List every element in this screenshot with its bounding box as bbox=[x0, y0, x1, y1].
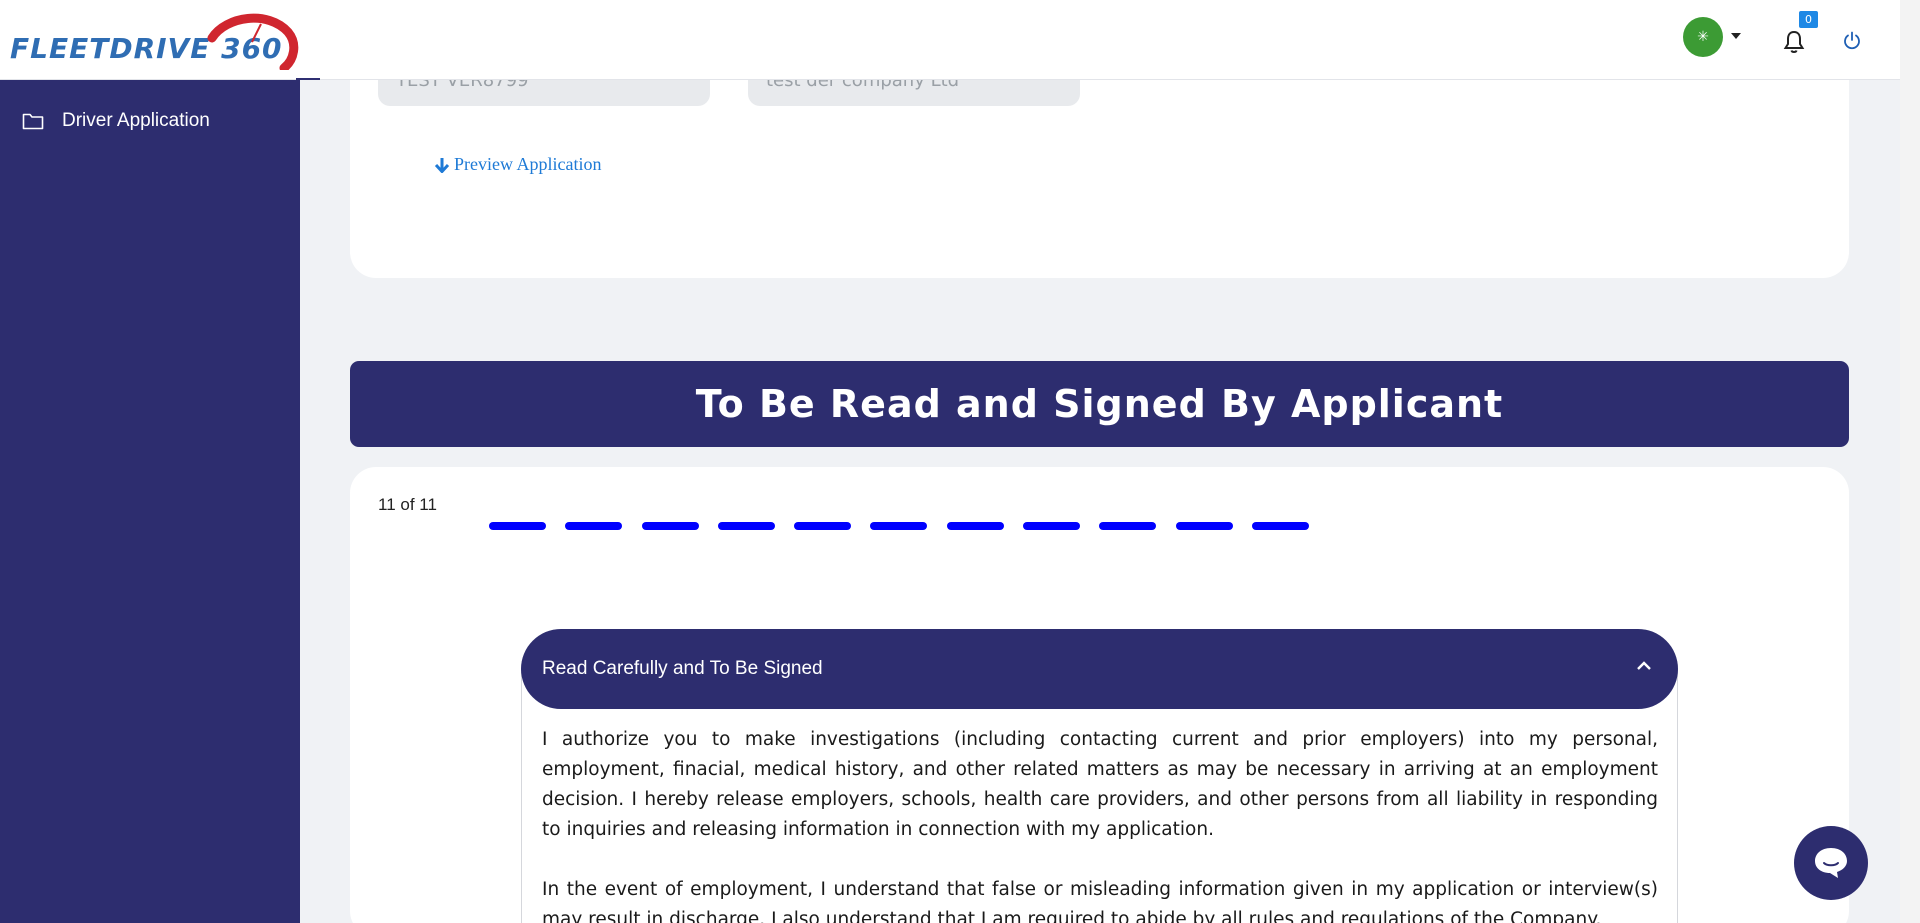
progress-step-segment bbox=[1023, 522, 1081, 530]
progress-step-segment bbox=[794, 522, 852, 530]
accordion-body: I authorize you to make investigations (… bbox=[542, 725, 1658, 923]
notification-count-badge: 0 bbox=[1799, 11, 1818, 28]
folder-icon bbox=[22, 113, 44, 130]
user-avatar[interactable]: ✳ bbox=[1683, 17, 1723, 57]
signature-step-card: 11 of 11 Read Carefully and To Be Signed… bbox=[350, 467, 1849, 923]
step-counter: 11 of 11 bbox=[378, 495, 437, 514]
preview-application-link[interactable]: Preview Application bbox=[434, 154, 601, 175]
consent-paragraph-2: In the event of employment, I understand… bbox=[542, 879, 1658, 923]
sidebar-item-driver-application[interactable]: Driver Application bbox=[22, 106, 210, 136]
progress-step-segment bbox=[717, 522, 775, 530]
header-divider bbox=[296, 78, 320, 80]
speedometer-arc-icon bbox=[207, 13, 299, 70]
progress-step-segment bbox=[870, 522, 928, 530]
section-banner: To Be Read and Signed By Applicant bbox=[350, 361, 1849, 447]
progress-step-segment bbox=[1099, 522, 1157, 530]
arrow-down-icon bbox=[434, 157, 450, 173]
progress-step-segment bbox=[641, 522, 699, 530]
chat-launcher-button[interactable] bbox=[1794, 826, 1868, 900]
progress-step-segment bbox=[565, 522, 623, 530]
progress-step-segment bbox=[1175, 522, 1233, 530]
chevron-up-icon[interactable] bbox=[1636, 659, 1652, 671]
accordion-header[interactable]: Read Carefully and To Be Signed bbox=[521, 629, 1678, 709]
progress-step-segment bbox=[946, 522, 1004, 530]
section-title: To Be Read and Signed By Applicant bbox=[695, 382, 1504, 426]
power-logout-icon[interactable] bbox=[1842, 31, 1862, 51]
page-scrollbar[interactable] bbox=[1900, 0, 1920, 923]
top-header: FLEETDRIVE 360 ✳ 0 bbox=[0, 0, 1900, 80]
user-menu-caret-icon[interactable] bbox=[1731, 33, 1741, 39]
avatar-glyph: ✳ bbox=[1697, 29, 1709, 45]
consent-paragraph-1: I authorize you to make investigations (… bbox=[542, 729, 1658, 840]
read-carefully-accordion: Read Carefully and To Be Signed I author… bbox=[521, 629, 1678, 923]
progress-step-segment bbox=[489, 522, 546, 530]
progress-step-segment bbox=[1251, 522, 1309, 530]
bell-icon[interactable] bbox=[1783, 30, 1805, 54]
sidebar-item-label: Driver Application bbox=[62, 110, 210, 131]
fleetdrive-logo[interactable]: FLEETDRIVE 360 bbox=[10, 12, 299, 72]
sidebar: Driver Application bbox=[0, 80, 300, 923]
step-progress-indicator bbox=[489, 522, 1309, 530]
chat-bubble-icon bbox=[1815, 848, 1847, 878]
accordion-title: Read Carefully and To Be Signed bbox=[542, 658, 823, 679]
preview-application-label: Preview Application bbox=[454, 154, 602, 174]
